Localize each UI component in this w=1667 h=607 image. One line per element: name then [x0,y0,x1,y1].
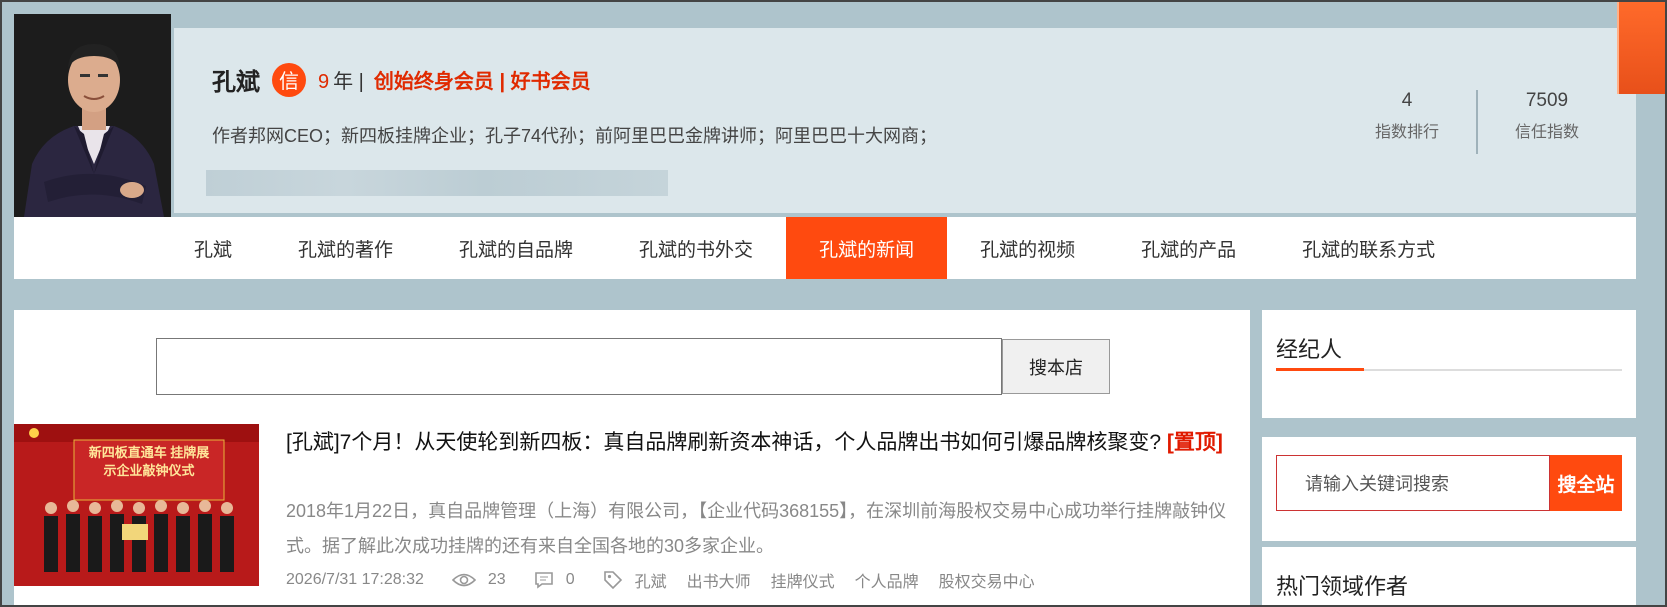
article-title-text[interactable]: [孔斌]7个月！从天使轮到新四板：真自品牌刷新资本神话，个人品牌出书如何引爆品牌… [286,431,1161,454]
nav-item-home[interactable]: 孔斌 [194,217,265,279]
news-main-panel: 搜本店 新四板直通车 挂牌展示企业敲钟仪式 [孔斌]7个月！从天使轮到新四板：真… [14,310,1250,605]
article-tag[interactable]: 股权交易中心 [939,568,1035,592]
stat-trust-label: 信任指数 [1514,124,1579,141]
nav-item-brand[interactable]: 孔斌的自品牌 [426,217,606,279]
article-tag[interactable]: 挂牌仪式 [771,568,835,592]
store-search: 搜本店 [156,338,1110,395]
nav-item-videos[interactable]: 孔斌的视频 [947,217,1108,279]
name-row: 孔斌 信 9年 | 创始终身会员 | 好书会员 [212,62,591,97]
membership-years: 9年 | [318,65,364,94]
eye-icon [451,572,476,588]
stats-group: 4 指数排行 7509 信任指数 [1338,90,1616,154]
years-number: 9 [318,71,330,93]
hot-authors-title: 热门领域作者 [1276,574,1409,599]
article-thumbnail[interactable]: 新四板直通车 挂牌展示企业敲钟仪式 [14,424,259,586]
profile-header: 孔斌 信 9年 | 创始终身会员 | 好书会员 作者邦网CEO；新四板挂牌企业；… [14,14,1636,217]
stat-trust-value: 7509 [1525,90,1569,111]
hot-authors-widget: 热门领域作者 [1262,547,1636,605]
stat-trust: 7509 信任指数 [1478,90,1616,154]
store-search-button[interactable]: 搜本店 [1002,339,1110,394]
comment-count: 0 [565,571,575,588]
stat-rank-value: 4 [1401,90,1413,111]
nav-item-news[interactable]: 孔斌的新闻 [786,217,948,279]
corner-side-tab[interactable] [1617,2,1665,94]
author-bio: 作者邦网CEO；新四板挂牌企业；孔子74代孙；前阿里巴巴金牌讲师；阿里巴巴十大网… [212,126,938,146]
agent-title: 经纪人 [1276,337,1343,362]
article-title[interactable]: [孔斌]7个月！从天使轮到新四板：真自品牌刷新资本神话，个人品牌出书如何引爆品牌… [286,426,1236,460]
stat-rank: 4 指数排行 [1338,90,1476,154]
store-search-input[interactable] [156,338,1002,395]
nav-item-diplomacy[interactable]: 孔斌的书外交 [606,217,786,279]
credit-badge-icon[interactable]: 信 [272,62,306,97]
profile-info-panel: 孔斌 信 9年 | 创始终身会员 | 好书会员 作者邦网CEO；新四板挂牌企业；… [174,28,1636,213]
article-date: 2026/7/31 17:28:32 [286,571,424,588]
global-search-widget: 请输入关键词搜索 搜全站 [1262,437,1636,541]
nav-item-products[interactable]: 孔斌的产品 [1108,217,1269,279]
tag-icon [603,570,623,590]
author-nav: 孔斌 孔斌的著作 孔斌的自品牌 孔斌的书外交 孔斌的新闻 孔斌的视频 孔斌的产品… [14,217,1636,279]
blurred-text [206,170,668,196]
article-tag[interactable]: 出书大师 [687,568,751,592]
global-search-input[interactable]: 请输入关键词搜索 [1276,455,1550,511]
stat-rank-label: 指数排行 [1374,124,1439,141]
author-name[interactable]: 孔斌 [212,62,260,97]
pinned-tag: [置顶] [1166,431,1223,454]
global-search-button[interactable]: 搜全站 [1550,455,1622,511]
author-avatar[interactable] [14,14,171,217]
nav-item-contact[interactable]: 孔斌的联系方式 [1269,217,1468,279]
agent-title-accent [1276,368,1364,371]
article-summary: 2018年1月22日，真自品牌管理（上海）有限公司，【企业代码368155】，在… [286,501,1227,556]
article-tag[interactable]: 个人品牌 [855,568,919,592]
article-meta: 2026/7/31 17:28:32 23 0 孔斌 出书大师 挂牌仪式 个人品… [286,568,1055,592]
nav-item-books[interactable]: 孔斌的著作 [265,217,426,279]
comment-icon[interactable] [534,571,554,589]
membership-level[interactable]: 创始终身会员 | 好书会员 [374,65,591,94]
article-tag[interactable]: 孔斌 [635,568,667,592]
thumbnail-caption: 新四板直通车 挂牌展示企业敲钟仪式 [88,445,210,478]
years-suffix: 年 | [333,71,364,93]
page-frame: 孔斌 信 9年 | 创始终身会员 | 好书会员 作者邦网CEO；新四板挂牌企业；… [0,0,1667,607]
view-count: 23 [487,571,506,588]
agent-widget: 经纪人 [1262,310,1636,418]
